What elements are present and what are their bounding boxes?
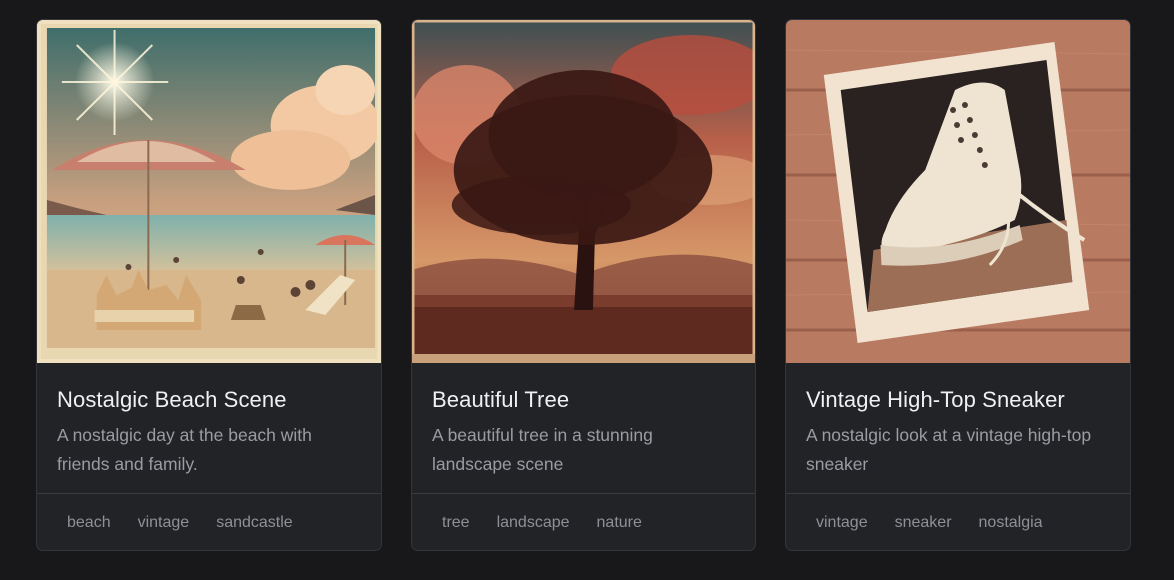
card-title[interactable]: Vintage High-Top Sneaker (806, 387, 1110, 413)
card-description: A nostalgic look at a vintage high-top s… (806, 425, 1092, 474)
tag[interactable]: sneaker (895, 514, 952, 532)
sneaker-photo (786, 20, 1130, 363)
card-title[interactable]: Beautiful Tree (432, 387, 735, 413)
card-image-sneaker[interactable] (786, 20, 1130, 363)
card-body: Nostalgic Beach Scene A nostalgic day at… (37, 363, 381, 494)
tag[interactable]: sandcastle (216, 514, 293, 532)
card-body: Beautiful Tree A beautiful tree in a stu… (412, 363, 755, 494)
card-image-beach[interactable] (37, 20, 381, 363)
tag[interactable]: vintage (138, 514, 190, 532)
tag-list: vintage sneaker nostalgia (786, 494, 1130, 550)
tag-list: tree landscape nature (412, 494, 755, 550)
tag[interactable]: nature (597, 514, 642, 532)
image-gallery: Nostalgic Beach Scene A nostalgic day at… (0, 0, 1174, 580)
gallery-card[interactable]: Vintage High-Top Sneaker A nostalgic loo… (785, 19, 1131, 551)
tree-photo (412, 20, 755, 363)
tag[interactable]: nostalgia (979, 514, 1043, 532)
tag[interactable]: beach (67, 514, 111, 532)
card-body: Vintage High-Top Sneaker A nostalgic loo… (786, 363, 1130, 494)
tag[interactable]: vintage (816, 514, 868, 532)
card-description: A beautiful tree in a stunning landscape… (432, 425, 653, 474)
tag[interactable]: tree (442, 514, 470, 532)
card-image-tree[interactable] (412, 20, 755, 363)
card-description: A nostalgic day at the beach with friend… (57, 425, 312, 474)
tag[interactable]: landscape (497, 514, 570, 532)
beach-photo (37, 20, 381, 363)
gallery-card[interactable]: Beautiful Tree A beautiful tree in a stu… (411, 19, 756, 551)
tag-list: beach vintage sandcastle (37, 494, 381, 550)
card-title[interactable]: Nostalgic Beach Scene (57, 387, 361, 413)
gallery-card[interactable]: Nostalgic Beach Scene A nostalgic day at… (36, 19, 382, 551)
